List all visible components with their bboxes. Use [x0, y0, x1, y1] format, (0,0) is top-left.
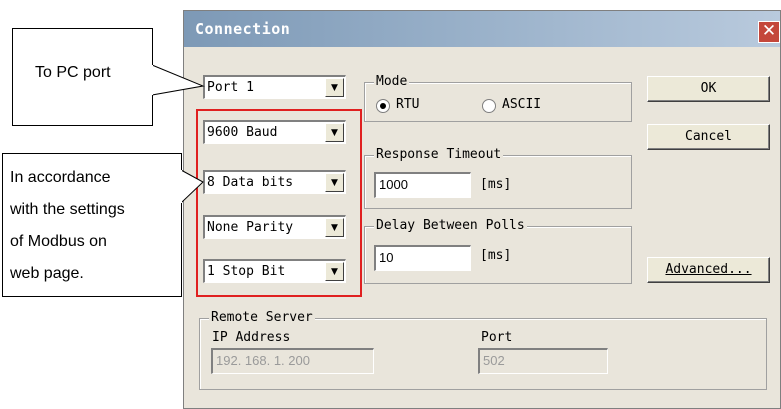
settings-callout-pointer — [180, 169, 204, 205]
settings-callout-text: In accordance with the settings of Modbu… — [10, 162, 125, 290]
settings-callout-line: with the settings — [10, 201, 125, 218]
settings-callout-line: In accordance — [10, 169, 111, 186]
pc-port-callout-text: To PC port — [35, 64, 111, 81]
settings-callout-line: of Modbus on — [10, 233, 107, 250]
settings-callout-line: web page. — [10, 265, 84, 282]
pc-port-callout: To PC port — [12, 28, 153, 126]
settings-callout: In accordance with the settings of Modbu… — [2, 153, 182, 297]
pc-port-callout-pointer — [151, 64, 205, 96]
